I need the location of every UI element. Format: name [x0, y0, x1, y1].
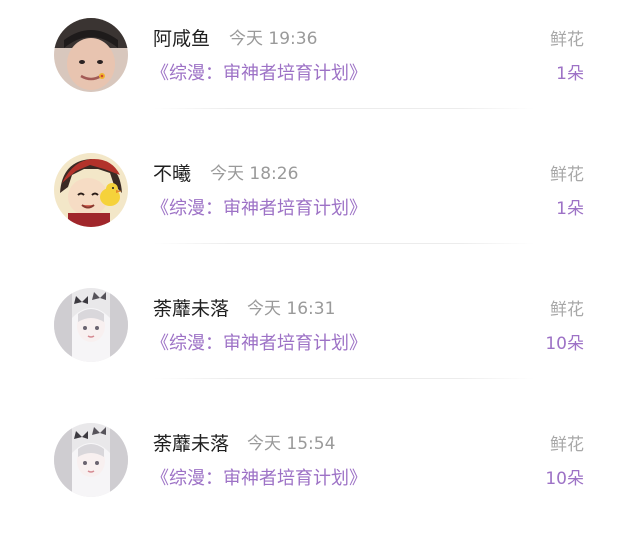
divider [154, 108, 534, 109]
avatar[interactable] [54, 423, 128, 497]
gift-amount: 10朵 [545, 469, 584, 489]
gift-amount: 1朵 [556, 64, 584, 84]
user-name[interactable]: 不曦 [153, 162, 191, 186]
list-item[interactable]: 不曦 今天 18:26 《综漫：审神者培育计划》 鲜花 1朵 [0, 135, 640, 269]
avatar[interactable] [54, 288, 128, 362]
list-item[interactable]: 阿咸鱼 今天 19:36 《综漫：审神者培育计划》 鲜花 1朵 [0, 0, 640, 134]
gift-record-list: 阿咸鱼 今天 19:36 《综漫：审神者培育计划》 鲜花 1朵 不曦 今天 18… [0, 0, 640, 512]
user-name[interactable]: 阿咸鱼 [153, 27, 210, 51]
timestamp: 今天 18:26 [210, 164, 299, 184]
timestamp: 今天 16:31 [247, 299, 336, 319]
work-title-link[interactable]: 《综漫：审神者培育计划》 [151, 332, 367, 356]
divider [154, 243, 534, 244]
user-name[interactable]: 荼蘼未落 [153, 297, 229, 321]
butterfly-girl-avatar-icon [54, 288, 128, 362]
divider [154, 378, 534, 379]
work-title-link[interactable]: 《综漫：审神者培育计划》 [151, 197, 367, 221]
gift-type-label: 鲜花 [550, 300, 584, 320]
timestamp: 今天 15:54 [247, 434, 336, 454]
boy-photo-avatar-icon [54, 18, 128, 92]
gift-amount: 1朵 [556, 199, 584, 219]
list-item[interactable]: 荼蘼未落 今天 16:31 《综漫：审神者培育计划》 鲜花 10朵 [0, 270, 640, 404]
anime-boy-duck-avatar-icon [54, 153, 128, 227]
butterfly-girl-avatar-icon [54, 423, 128, 497]
avatar[interactable] [54, 18, 128, 92]
work-title-link[interactable]: 《综漫：审神者培育计划》 [151, 467, 367, 491]
list-item[interactable]: 荼蘼未落 今天 15:54 《综漫：审神者培育计划》 鲜花 10朵 [0, 405, 640, 539]
timestamp: 今天 19:36 [229, 29, 318, 49]
work-title-link[interactable]: 《综漫：审神者培育计划》 [151, 62, 367, 86]
gift-type-label: 鲜花 [550, 30, 584, 50]
gift-type-label: 鲜花 [550, 435, 584, 455]
avatar[interactable] [54, 153, 128, 227]
user-name[interactable]: 荼蘼未落 [153, 432, 229, 456]
gift-type-label: 鲜花 [550, 165, 584, 185]
gift-amount: 10朵 [545, 334, 584, 354]
